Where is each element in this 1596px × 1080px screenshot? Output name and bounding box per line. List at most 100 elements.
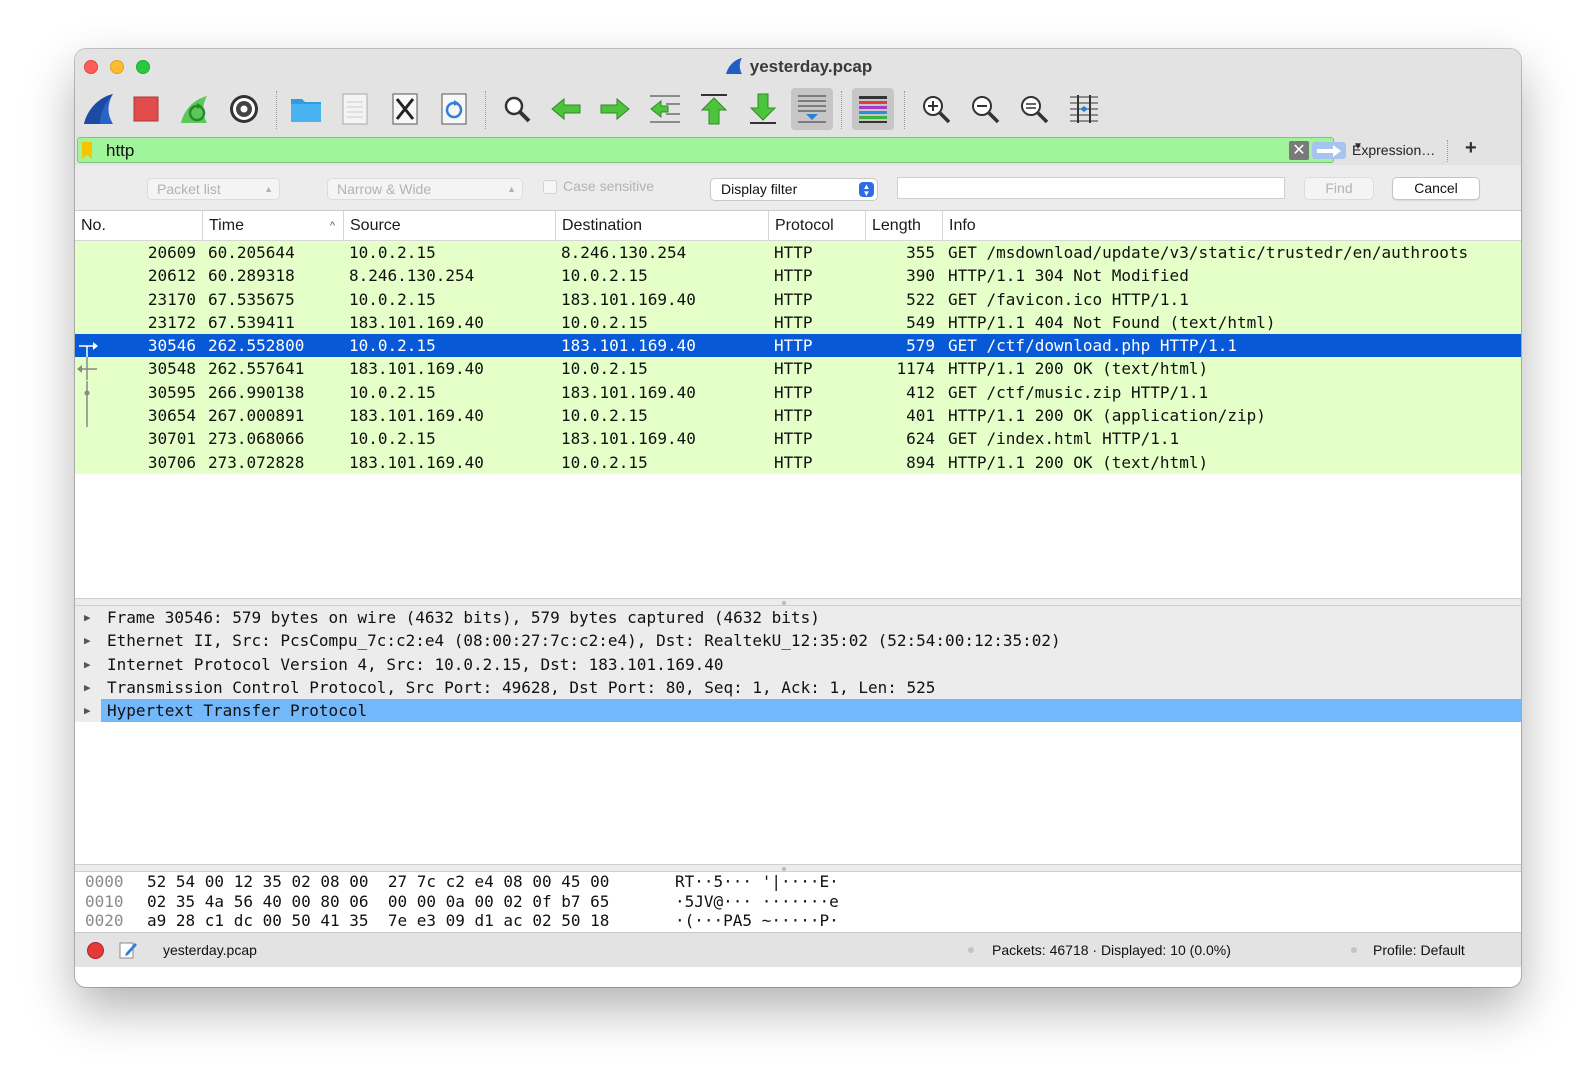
find-button[interactable]: Find	[1304, 177, 1374, 200]
character-width-select[interactable]: Narrow & Wide ▲	[327, 178, 523, 200]
search-in-select[interactable]: Packet list ▲	[147, 178, 280, 200]
find-text-input[interactable]	[897, 177, 1285, 199]
details-row-frame[interactable]: ▶ Frame 30546: 579 bytes on wire (4632 bi…	[75, 606, 1521, 630]
open-file-button[interactable]	[285, 88, 327, 130]
reload-file-button[interactable]	[433, 88, 475, 130]
bookmark-icon[interactable]	[82, 142, 92, 159]
last-packet-button[interactable]	[742, 88, 784, 130]
packet-row[interactable]: 30701 273.068066 10.0.2.15 183.101.169.40 HT…	[75, 427, 1521, 451]
forward-arrow-icon	[600, 97, 630, 121]
search-type-select[interactable]: Display filter ▲ ▼	[710, 178, 878, 201]
expand-triangle-icon[interactable]: ▶	[84, 606, 91, 629]
search-icon	[504, 96, 531, 123]
packet-details: ▶ Frame 30546: 579 bytes on wire (4632 bi…	[75, 606, 1521, 864]
cancel-find-button[interactable]: Cancel	[1392, 177, 1480, 200]
column-header-protocol[interactable]: Protocol	[768, 211, 865, 241]
cell-dst: 8.246.130.254	[561, 243, 687, 262]
packet-bytes: 0000 52 54 00 12 35 02 08 00 27 7c c2 e4 …	[75, 872, 1521, 932]
stop-capture-button[interactable]	[125, 88, 167, 130]
restart-capture-button[interactable]	[173, 88, 215, 130]
first-packet-icon	[700, 94, 728, 125]
column-header-no[interactable]: No.	[75, 211, 202, 241]
cell-no: 30706	[147, 452, 196, 472]
details-row-tcp[interactable]: ▶ Transmission Control Protocol, Src Port…	[75, 675, 1521, 700]
packet-row[interactable]: 20612 60.289318 8.246.130.254 10.0.2.15 HTTP…	[75, 264, 1521, 288]
zoom-out-icon	[972, 96, 1000, 124]
cell-len: 401	[906, 406, 935, 426]
display-filter-input[interactable]: http ✕ ▼	[77, 137, 1363, 163]
expert-info-icon[interactable]	[87, 942, 104, 959]
cell-dst: 183.101.169.40	[561, 289, 696, 309]
packet-row[interactable]: 30706 273.072828 183.101.169.40 10.0.2.15 HT…	[75, 450, 1521, 474]
close-file-button[interactable]	[384, 88, 426, 130]
column-header-source[interactable]: Source	[343, 211, 555, 241]
zoom-in-button[interactable]	[915, 88, 957, 130]
cell-src: 183.101.169.40	[349, 312, 484, 332]
autoscroll-button[interactable]	[791, 88, 833, 130]
details-row-ip[interactable]: ▶ Internet Protocol Version 4, Src: 10.0.…	[75, 652, 1521, 676]
title-bar: yesterday.pcap	[75, 49, 1521, 137]
resize-columns-button[interactable]	[1063, 88, 1105, 130]
expression-button[interactable]: Expression…	[1352, 142, 1435, 158]
details-row-ethernet[interactable]: ▶ Ethernet II, Src: PcsCompu_7c:c2:e4 (08…	[75, 629, 1521, 653]
expand-triangle-icon[interactable]: ▶	[84, 629, 91, 652]
pane-splitter[interactable]	[75, 598, 1521, 606]
packet-row[interactable]: 20609 60.205644 10.0.2.15 8.246.130.254 HTTP…	[75, 241, 1521, 265]
column-header-time[interactable]: Time ^	[202, 211, 343, 241]
bytes-row[interactable]: 0000 52 54 00 12 35 02 08 00 27 7c c2 e4 …	[75, 872, 1521, 892]
cell-no: 23172	[147, 312, 196, 332]
packet-row[interactable]: 23172 67.539411 183.101.169.40 10.0.2.15 HTT…	[75, 310, 1521, 335]
updown-chevron-icon: ▲	[507, 184, 516, 194]
expand-triangle-icon[interactable]: ▶	[84, 699, 91, 722]
add-filter-button[interactable]: +	[1465, 137, 1477, 160]
packet-row[interactable]: 30595 266.990138 10.0.2.15 183.101.169.40 HT…	[75, 380, 1521, 405]
colorize-button[interactable]	[852, 88, 894, 130]
edit-comment-icon[interactable]	[118, 940, 138, 963]
start-capture-button[interactable]	[77, 88, 119, 130]
normal-size-button[interactable]	[1013, 88, 1055, 130]
expand-triangle-icon[interactable]: ▶	[84, 653, 91, 676]
go-forward-button[interactable]	[594, 88, 636, 130]
column-header-info[interactable]: Info	[942, 211, 1521, 241]
apply-filter-button[interactable]	[1312, 142, 1346, 159]
cell-time: 60.205644	[208, 243, 295, 262]
stop-icon	[133, 96, 159, 122]
details-row-http[interactable]: ▶ Hypertext Transfer Protocol	[75, 699, 1521, 723]
first-packet-button[interactable]	[693, 88, 735, 130]
clear-filter-button[interactable]: ✕	[1289, 141, 1309, 160]
cell-src: 10.0.2.15	[349, 429, 436, 449]
column-header-length[interactable]: Length	[865, 211, 942, 241]
bytes-row[interactable]: 0010 02 35 4a 56 40 00 80 06 00 00 0a 00 …	[75, 892, 1521, 912]
cell-time: 267.000891	[208, 406, 305, 426]
expand-triangle-icon[interactable]: ▶	[84, 676, 91, 699]
packet-row[interactable]: 23170 67.535675 10.0.2.15 183.101.169.40 HTT…	[75, 287, 1521, 311]
go-to-packet-button[interactable]	[644, 88, 686, 130]
pane-splitter[interactable]	[75, 864, 1521, 872]
cell-len: 894	[906, 452, 935, 472]
cell-time: 262.552800	[208, 336, 305, 356]
cell-dst: 10.0.2.15	[561, 359, 648, 379]
go-back-button[interactable]	[545, 88, 587, 130]
column-header-destination[interactable]: Destination	[555, 211, 768, 241]
status-profile[interactable]: Profile: Default	[1373, 942, 1465, 958]
packet-rows: 20609 60.205644 10.0.2.15 8.246.130.254 HTTP…	[75, 241, 1521, 474]
status-packet-count: Packets: 46718 · Displayed: 10 (0.0%)	[992, 942, 1231, 958]
cell-info: HTTP/1.1 200 OK (text/html)	[948, 359, 1209, 379]
packet-row[interactable]: 30654 267.000891 183.101.169.40 10.0.2.15 HT…	[75, 404, 1521, 428]
filter-text[interactable]: http	[106, 141, 134, 161]
cell-info: GET /favicon.ico HTTP/1.1	[948, 289, 1189, 309]
updown-chevron-icon: ▲ ▼	[859, 182, 874, 198]
find-packet-button[interactable]	[496, 88, 538, 130]
packet-row[interactable]: 30548 262.557641 183.101.169.40 10.0.2.15 HT…	[75, 357, 1521, 381]
cell-src: 8.246.130.254	[349, 266, 475, 286]
capture-options-button[interactable]	[223, 88, 265, 130]
bytes-row[interactable]: 0020 a9 28 c1 dc 00 50 41 35 7e e3 09 d1 …	[75, 911, 1521, 931]
cell-len: 522	[906, 289, 935, 309]
save-file-button[interactable]	[334, 88, 376, 130]
case-sensitive-checkbox[interactable]	[543, 180, 557, 194]
zoom-out-button[interactable]	[964, 88, 1006, 130]
back-arrow-icon	[551, 97, 581, 121]
packet-row[interactable]: 30546 262.552800 10.0.2.15 183.101.169.40 HT…	[75, 334, 1521, 358]
cell-dst: 10.0.2.15	[561, 312, 648, 332]
cell-len: 549	[906, 312, 935, 332]
